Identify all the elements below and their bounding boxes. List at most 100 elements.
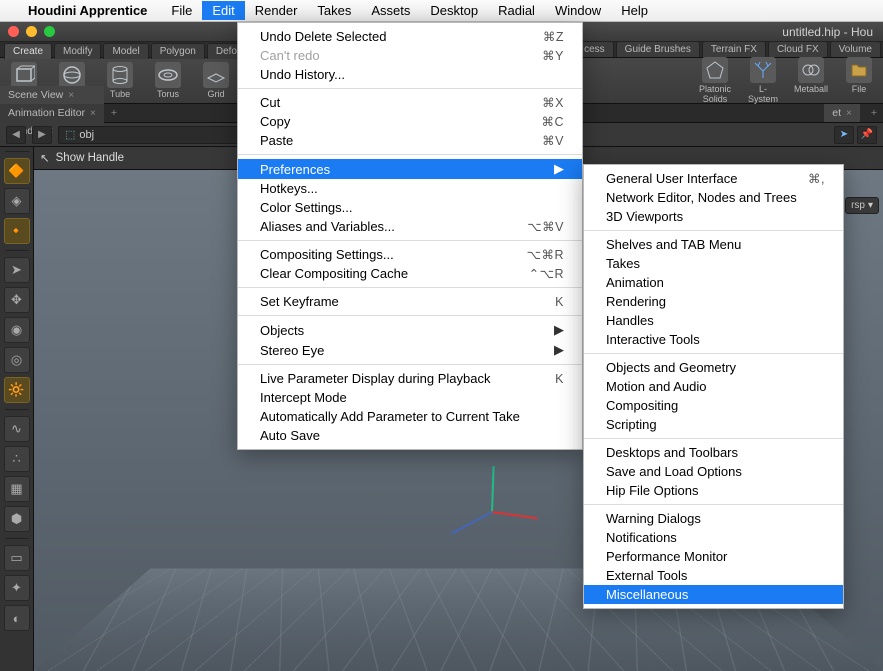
shelf-tab-model[interactable]: Model <box>103 43 148 59</box>
pref-menu-item-animation[interactable]: Animation <box>584 273 843 292</box>
pref-menu-item-save-and-load-options[interactable]: Save and Load Options <box>584 462 843 481</box>
edit-menu-item-color-settings[interactable]: Color Settings... <box>238 198 582 217</box>
pref-menu-item-takes[interactable]: Takes <box>584 254 843 273</box>
pin-button[interactable]: 📌 <box>857 126 877 144</box>
path-forward2-button[interactable]: ➤ <box>834 126 854 144</box>
menu-window[interactable]: Window <box>545 1 611 20</box>
edit-menu-item-aliases-and-variables[interactable]: Aliases and Variables...⌥⌘V <box>238 217 582 236</box>
misc1-button[interactable]: ✦ <box>4 575 30 601</box>
edit-menu-item-stereo-eye[interactable]: Stereo Eye▶ <box>238 340 582 360</box>
shelf-tool-platonic[interactable]: Platonic Solids <box>697 57 733 104</box>
select-tool-button[interactable]: ◈ <box>4 188 30 214</box>
pointer-tool-button[interactable]: ➤ <box>4 257 30 283</box>
menu-assets[interactable]: Assets <box>361 1 420 20</box>
shelf-tool-torus[interactable]: Torus <box>150 62 186 99</box>
edit-menu-item-undo-history[interactable]: Undo History... <box>238 65 582 84</box>
pref-menu-item-network-editor-nodes-and-trees[interactable]: Network Editor, Nodes and Trees <box>584 188 843 207</box>
edit-menu-item-hotkeys[interactable]: Hotkeys... <box>238 179 582 198</box>
shelf-tool-file[interactable]: File <box>841 57 877 104</box>
pref-menu-item-compositing[interactable]: Compositing <box>584 396 843 415</box>
edit-menu-item-clear-compositing-cache[interactable]: Clear Compositing Cache⌃⌥R <box>238 264 582 283</box>
pref-menu-item-warning-dialogs[interactable]: Warning Dialogs <box>584 509 843 528</box>
pane-tab-right[interactable]: et× <box>824 104 860 122</box>
nav-back-button[interactable]: ◀ <box>6 126 26 144</box>
edit-menu-item-objects[interactable]: Objects▶ <box>238 320 582 340</box>
shelf-tab-guide-brushes[interactable]: Guide Brushes <box>616 41 700 57</box>
close-icon[interactable]: × <box>68 90 74 101</box>
cplane-button[interactable]: ▭ <box>4 545 30 571</box>
snap-prim-button[interactable]: ⬢ <box>4 506 30 532</box>
shelf-tab-create[interactable]: Create <box>4 43 52 59</box>
scale-tool-button[interactable]: ◎ <box>4 347 30 373</box>
pane-tab-animation-editor[interactable]: Animation Editor× <box>0 104 104 122</box>
menu-render[interactable]: Render <box>245 1 308 20</box>
zoom-window-button[interactable] <box>44 26 55 37</box>
shelf-tool-metaball[interactable]: Metaball <box>793 57 829 104</box>
snap-curve-button[interactable]: ∿ <box>4 416 30 442</box>
pref-menu-item-scripting[interactable]: Scripting <box>584 415 843 434</box>
menu-help[interactable]: Help <box>611 1 658 20</box>
misc2-button[interactable]: ◐ <box>4 605 30 631</box>
snap-grid-button[interactable]: ▦ <box>4 476 30 502</box>
edit-menu-item-intercept-mode[interactable]: Intercept Mode <box>238 388 582 407</box>
shelf-tab-volume[interactable]: Volume <box>830 41 881 57</box>
snap-point-button[interactable]: ∴ <box>4 446 30 472</box>
pref-menu-item-shelves-and-tab-menu[interactable]: Shelves and TAB Menu <box>584 235 843 254</box>
edit-menu-item-paste[interactable]: Paste⌘V <box>238 131 582 150</box>
pref-menu-item-handles[interactable]: Handles <box>584 311 843 330</box>
pref-menu-item-desktops-and-toolbars[interactable]: Desktops and Toolbars <box>584 443 843 462</box>
viewport-camera-menu[interactable]: rsp ▾ <box>845 197 879 214</box>
menu-edit[interactable]: Edit <box>202 1 244 20</box>
edit-menu-item-preferences[interactable]: Preferences▶ <box>238 159 582 179</box>
shelf-tool-tube[interactable]: Tube <box>102 62 138 99</box>
minimize-window-button[interactable] <box>26 26 37 37</box>
add-pane-button-right[interactable]: + <box>865 107 883 119</box>
pref-menu-item-performance-monitor[interactable]: Performance Monitor <box>584 547 843 566</box>
menu-desktop[interactable]: Desktop <box>420 1 488 20</box>
pref-menu-item-miscellaneous[interactable]: Miscellaneous <box>584 585 843 604</box>
pref-menu-item-interactive-tools[interactable]: Interactive Tools <box>584 330 843 349</box>
rotate-tool-button[interactable]: ◉ <box>4 317 30 343</box>
platonic-icon <box>702 57 728 83</box>
translate-tool-button[interactable]: ✥ <box>4 287 30 313</box>
pref-menu-item-hip-file-options[interactable]: Hip File Options <box>584 481 843 500</box>
handle-tool-button[interactable]: 🔆 <box>4 377 30 403</box>
move-tool-button[interactable]: 🔸 <box>4 218 30 244</box>
shelf-tool-lsystem[interactable]: L-System <box>745 57 781 104</box>
edit-menu-item-auto-save[interactable]: Auto Save <box>238 426 582 445</box>
edit-menu-item-cut[interactable]: Cut⌘X <box>238 93 582 112</box>
add-pane-button[interactable]: + <box>105 107 123 119</box>
edit-menu-item-set-keyframe[interactable]: Set KeyframeK <box>238 292 582 311</box>
view-tool-button[interactable]: 🔶 <box>4 158 30 184</box>
edit-menu-item-can-t-redo: Can't redo⌘Y <box>238 46 582 65</box>
shelf-tab-modify[interactable]: Modify <box>54 43 101 59</box>
pref-menu-item-motion-and-audio[interactable]: Motion and Audio <box>584 377 843 396</box>
menu-file[interactable]: File <box>161 1 202 20</box>
shelf-tab-polygon[interactable]: Polygon <box>151 43 205 59</box>
pref-menu-item-rendering[interactable]: Rendering <box>584 292 843 311</box>
nav-fwd-button[interactable]: ▶ <box>32 126 52 144</box>
tube-icon <box>107 62 133 88</box>
edit-menu-item-undo-delete-selected[interactable]: Undo Delete Selected⌘Z <box>238 27 582 46</box>
pref-menu-item-3d-viewports[interactable]: 3D Viewports <box>584 207 843 226</box>
pref-menu-item-notifications[interactable]: Notifications <box>584 528 843 547</box>
pref-menu-item-general-user-interface[interactable]: General User Interface⌘, <box>584 169 843 188</box>
menu-radial[interactable]: Radial <box>488 1 545 20</box>
mac-menubar: Houdini Apprentice FileEditRenderTakesAs… <box>0 0 883 22</box>
lsystem-icon <box>750 57 776 83</box>
pane-tab-scene-view[interactable]: Scene View× <box>0 86 104 104</box>
shelf-tab-terrain-fx[interactable]: Terrain FX <box>702 41 766 57</box>
app-name[interactable]: Houdini Apprentice <box>28 3 147 18</box>
edit-menu-item-live-parameter-display-during-playback[interactable]: Live Parameter Display during PlaybackK <box>238 369 582 388</box>
edit-menu-item-compositing-settings[interactable]: Compositing Settings...⌥⌘R <box>238 245 582 264</box>
menu-takes[interactable]: Takes <box>307 1 361 20</box>
close-window-button[interactable] <box>8 26 19 37</box>
close-icon[interactable]: × <box>846 108 852 119</box>
edit-menu-item-copy[interactable]: Copy⌘C <box>238 112 582 131</box>
shelf-tab-cloud-fx[interactable]: Cloud FX <box>768 41 828 57</box>
edit-menu-item-automatically-add-parameter-to-current-take[interactable]: Automatically Add Parameter to Current T… <box>238 407 582 426</box>
shelf-tool-grid[interactable]: Grid <box>198 62 234 99</box>
pref-menu-item-objects-and-geometry[interactable]: Objects and Geometry <box>584 358 843 377</box>
pref-menu-item-external-tools[interactable]: External Tools <box>584 566 843 585</box>
close-icon[interactable]: × <box>90 108 96 119</box>
